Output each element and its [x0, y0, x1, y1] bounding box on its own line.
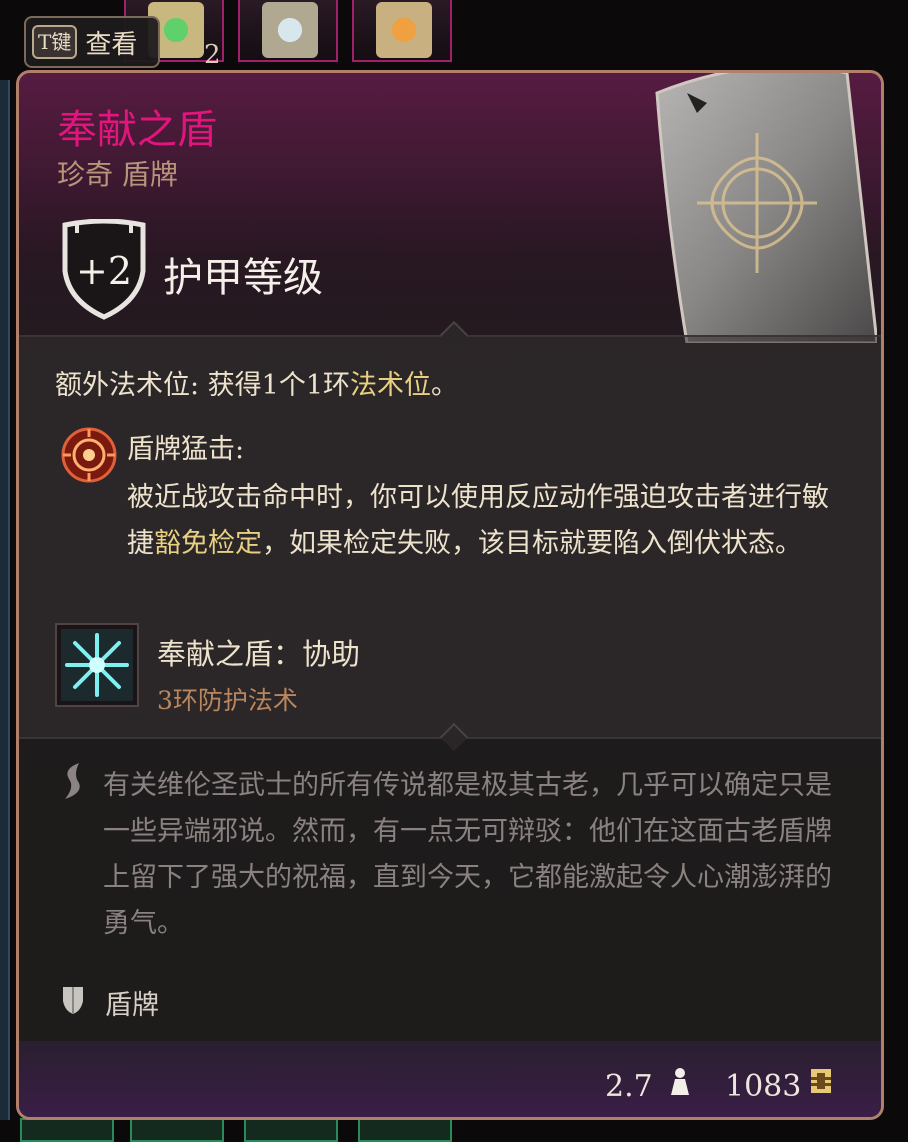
- shield-bash-icon[interactable]: [61, 427, 117, 483]
- scroll-icon: [376, 2, 432, 58]
- armor-class-label: 护甲等级: [163, 255, 323, 301]
- scroll-icon: [262, 2, 318, 58]
- shield-bash-title: 盾牌猛击:: [127, 434, 245, 465]
- shield-bash-desc-part2: ，如果检定失败，该目标就要陷入倒伏状态。: [262, 528, 802, 559]
- spell-icon-frame[interactable]: [55, 623, 139, 707]
- armor-class-value: +2: [75, 249, 133, 293]
- inventory-slot-bottom[interactable]: [358, 1118, 452, 1142]
- lore-text: 有关维伦圣武士的所有传说都是极其古老，几乎可以确定只是一些异端邪说。然而，有一点…: [103, 770, 832, 939]
- weight-value: 2.7: [605, 1069, 653, 1104]
- snowflake-ward-icon: [61, 629, 133, 701]
- shield-bash-description: 被近战攻击命中时，你可以使用反应动作强迫攻击者进行敏捷豁免检定，如果检定失败，该…: [127, 475, 837, 567]
- item-rarity-type: 珍奇 盾牌: [57, 158, 178, 191]
- inspect-key-hint[interactable]: T键 查看: [24, 16, 160, 68]
- spell-level: 3环防护法术: [157, 686, 298, 715]
- extra-spell-slot-text: 额外法术位: 获得1个1环法术位。: [55, 363, 458, 402]
- inventory-slot-bottom[interactable]: [244, 1118, 338, 1142]
- spell-slot-link[interactable]: 法术位: [350, 370, 431, 401]
- weight-icon: [671, 1068, 689, 1095]
- price-value: 1083: [725, 1069, 802, 1104]
- spell-name[interactable]: 奉献之盾：协助: [157, 631, 360, 673]
- item-tooltip: 奉献之盾 珍奇 盾牌 +2 护甲等级 额外法术位: 获得1个1环法术位。 盾牌猛…: [16, 70, 884, 1120]
- hotkey-badge: T键: [32, 25, 78, 59]
- inventory-slot-scroll-silver[interactable]: [238, 0, 338, 62]
- extra-spell-slot-label: 额外法术位: 获得1个1环: [55, 370, 351, 401]
- saving-throw-link[interactable]: 豁免检定: [154, 528, 262, 559]
- inventory-slot-bottom[interactable]: [20, 1118, 114, 1142]
- extra-spell-slot-suffix: 。: [431, 370, 459, 401]
- gold-coin-icon: [811, 1069, 831, 1093]
- stack-count: 2: [204, 40, 221, 70]
- left-edge-panel: [0, 80, 10, 1120]
- hint-label: 查看: [85, 29, 138, 60]
- item-type-label: 盾牌: [105, 990, 159, 1021]
- scroll-quill-icon: [65, 763, 80, 799]
- shield-artwork-icon: [655, 73, 877, 343]
- inventory-slot-scroll-gold[interactable]: [352, 0, 452, 62]
- item-name: 奉献之盾: [57, 107, 217, 153]
- inventory-slot-bottom[interactable]: [130, 1118, 224, 1142]
- shield-small-icon: [63, 987, 83, 1014]
